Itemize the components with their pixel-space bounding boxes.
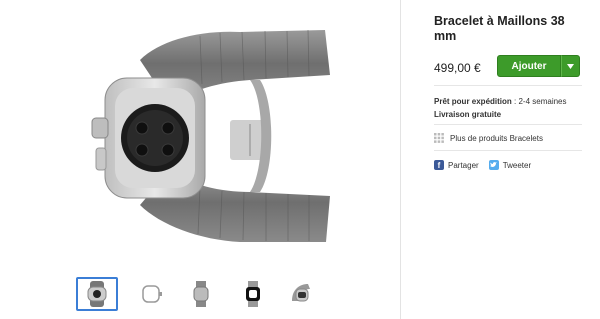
add-options-dropdown[interactable] [561, 55, 580, 77]
facebook-share-link[interactable]: f Partager [434, 160, 479, 170]
twitter-icon [488, 160, 499, 170]
thumbnail-2[interactable] [130, 277, 172, 311]
thumbnail-1[interactable] [76, 277, 118, 311]
product-title: Bracelet à Maillons 38 mm [434, 14, 565, 43]
separator [434, 150, 582, 151]
shipping-time: : 2-4 semaines [514, 97, 567, 106]
watch-face-outline-icon [142, 285, 162, 303]
grid-icon [434, 133, 444, 143]
more-products-link[interactable]: Plus de produits Bracelets [434, 133, 543, 143]
watch-link-bracelet-back-icon [87, 281, 107, 307]
chevron-down-icon [567, 63, 574, 69]
delivery-info: Livraison gratuite [434, 110, 502, 119]
more-products-label: Plus de produits Bracelets [450, 133, 543, 143]
product-price: 499,00 € [434, 61, 481, 75]
shipping-info: Prêt pour expédition : 2-4 semaines Livr… [434, 95, 567, 121]
product-image [91, 29, 330, 242]
add-to-bag-button[interactable]: Ajouter [497, 55, 561, 77]
thumbnail-5[interactable] [280, 277, 322, 311]
thumbnail-3[interactable] [180, 277, 222, 311]
thumbnail-4[interactable] [232, 277, 274, 311]
separator [434, 124, 582, 125]
watch-front-display-icon [246, 281, 260, 307]
product-page: Bracelet à Maillons 38 mm 499,00 € Ajout… [0, 0, 600, 319]
separator [434, 85, 582, 86]
facebook-icon: f [434, 160, 444, 170]
watch-angled-icon [292, 284, 310, 302]
add-to-bag-label: Ajouter [511, 60, 547, 72]
product-info-panel: Bracelet à Maillons 38 mm 499,00 € Ajout… [401, 0, 600, 319]
share-row: f Partager Tweeter [434, 160, 541, 170]
shipping-label: Prêt pour expédition [434, 97, 512, 106]
watch-side-icon [193, 281, 209, 307]
twitter-share-link[interactable]: Tweeter [488, 160, 532, 170]
product-gallery [0, 0, 400, 319]
tweet-label: Tweeter [502, 160, 532, 170]
thumbnail-strip [76, 277, 346, 313]
share-label: Partager [448, 160, 479, 170]
